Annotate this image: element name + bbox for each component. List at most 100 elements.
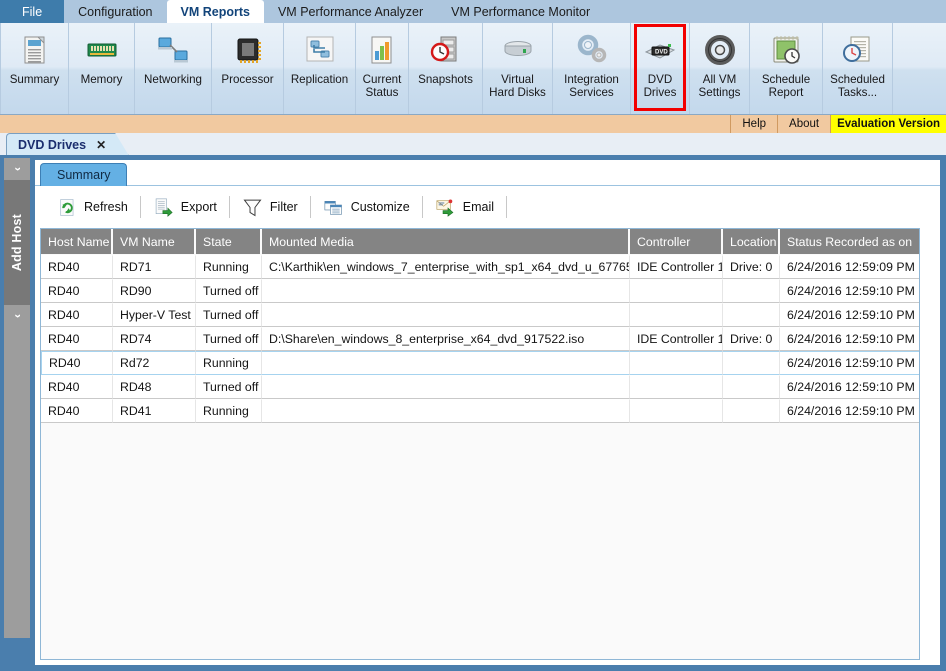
toolbar-filter-button[interactable]: Filter <box>231 192 309 222</box>
toolbar-email-button[interactable]: Email <box>424 192 505 222</box>
grid-cell: RD40 <box>41 327 113 351</box>
grid-column-header[interactable]: Status Recorded as on <box>780 229 919 255</box>
menu-item-vm-performance-analyzer[interactable]: VM Performance Analyzer <box>264 0 437 23</box>
table-row[interactable]: RD40 RD71 Running C:\Karthik\en_windows_7_e… <box>41 255 919 279</box>
ribbon-item-label: Memory <box>80 73 123 86</box>
ribbon-item-processor[interactable]: Processor <box>212 23 284 114</box>
menu-item-configuration[interactable]: Configuration <box>64 0 166 23</box>
ribbon-item-memory[interactable]: Memory <box>69 23 135 114</box>
help-bar: Help About Evaluation Version <box>0 115 946 133</box>
ribbon-toolbar: Summary Memory Networking Processor Replicat… <box>0 23 946 115</box>
grid-cell: 6/24/2016 12:59:09 PM <box>780 255 919 279</box>
table-row[interactable]: RD40 Rd72 Running 6/24/2016 12:59:10 PM <box>41 351 919 375</box>
table-row[interactable]: RD40 RD48 Turned off 6/24/2016 12:59:10 PM <box>41 375 919 399</box>
grid-cell: 6/24/2016 12:59:10 PM <box>780 303 919 327</box>
menu-item-file[interactable]: File <box>0 0 65 23</box>
filter-funnel-icon <box>242 196 264 218</box>
menu-item-vm-performance-monitor[interactable]: VM Performance Monitor <box>437 0 604 23</box>
grid-column-header[interactable]: Mounted Media <box>262 229 630 255</box>
grid-cell <box>630 351 723 375</box>
grid-cell <box>630 279 723 303</box>
grid-vertical-gutter <box>924 228 938 660</box>
grid-cell: Running <box>196 399 262 423</box>
toolbar-refresh-button[interactable]: Refresh <box>45 192 139 222</box>
ribbon-item-virtual-hard-disks[interactable]: Virtual Hard Disks <box>483 23 553 114</box>
grid-header-row: Host Name VM Name State Mounted Media Contro… <box>41 229 919 255</box>
ribbon-item-label: Virtual Hard Disks <box>489 73 546 99</box>
memory-module-icon <box>80 29 124 71</box>
grid-cell: C:\Karthik\en_windows_7_enterprise_with_… <box>262 255 630 279</box>
grid-cell: RD40 <box>41 303 113 327</box>
close-icon[interactable]: ✕ <box>96 138 106 152</box>
grid-cell: RD40 <box>41 255 113 279</box>
grid-cell: RD40 <box>41 399 113 423</box>
toolbar-separator <box>309 196 311 218</box>
chevron-collapse-bottom-icon[interactable]: ‹ <box>4 305 30 327</box>
add-host-label: Add Host <box>10 213 24 272</box>
ribbon-item-networking[interactable]: Networking <box>135 23 212 114</box>
ribbon-item-integration-services[interactable]: Integration Services <box>553 23 631 114</box>
ribbon-item-schedule-report[interactable]: Schedule Report <box>750 23 823 114</box>
grid-column-header[interactable]: VM Name <box>113 229 196 255</box>
tab-summary[interactable]: Summary <box>40 163 128 186</box>
grid-column-header[interactable]: Controller <box>630 229 723 255</box>
ribbon-item-scheduled-tasks[interactable]: Scheduled Tasks... <box>823 23 893 114</box>
table-row[interactable]: RD40 RD90 Turned off 6/24/2016 12:59:10 PM <box>41 279 919 303</box>
table-row[interactable]: RD40 Hyper-V Test Turned off 6/24/2016 12:5… <box>41 303 919 327</box>
grid-cell: Rd72 <box>113 351 196 375</box>
menu-item-vm-reports[interactable]: VM Reports <box>166 0 264 23</box>
toolbar-button-label: Email <box>462 200 495 214</box>
ribbon-item-label: Networking <box>144 73 202 86</box>
gears-icon <box>570 29 614 71</box>
cpu-chip-icon <box>226 29 270 71</box>
toolbar-button-label: Filter <box>269 200 298 214</box>
grid-cell: RD90 <box>113 279 196 303</box>
grid-column-header[interactable]: State <box>196 229 262 255</box>
ribbon-item-dvd-drives[interactable]: DVD DVD Drives <box>631 23 690 114</box>
grid-cell <box>723 375 780 399</box>
toolbar-customize-button[interactable]: Customize <box>312 192 421 222</box>
toolbar-separator <box>139 196 141 218</box>
document-tab-dvd-drives[interactable]: DVD Drives ✕ <box>6 133 129 156</box>
grid-cell: 6/24/2016 12:59:10 PM <box>780 327 919 351</box>
add-host-sidebar[interactable]: ‹ Add Host ‹ <box>4 158 30 638</box>
clock-documents-icon <box>836 29 880 71</box>
grid-cell <box>723 399 780 423</box>
grid-cell: Turned off <box>196 327 262 351</box>
grid-cell: Running <box>196 351 262 375</box>
ribbon-item-snapshots[interactable]: Snapshots <box>409 23 483 114</box>
grid-column-header[interactable]: Host Name <box>41 229 113 255</box>
grid-cell: RD40 <box>41 279 113 303</box>
workspace-frame: ‹ Add Host ‹ Summary Refresh Export Filter… <box>0 155 946 671</box>
grid-cell: RD71 <box>113 255 196 279</box>
chevron-collapse-top-icon[interactable]: ‹ <box>4 158 30 180</box>
ribbon-item-summary[interactable]: Summary <box>0 23 69 114</box>
grid-cell: Hyper-V Test <box>113 303 196 327</box>
document-tab-strip: DVD Drives ✕ <box>0 133 946 156</box>
grid-cell: 6/24/2016 12:59:10 PM <box>780 399 919 423</box>
ribbon-item-label: Scheduled Tasks... <box>830 73 885 99</box>
grid-cell: Turned off <box>196 279 262 303</box>
ribbon-item-current-status[interactable]: Current Status <box>356 23 409 114</box>
grid-column-header[interactable]: Location <box>723 229 780 255</box>
grid-cell: Drive: 0 <box>723 327 780 351</box>
toolbar-separator <box>228 196 230 218</box>
tab-summary-label: Summary <box>57 168 111 182</box>
dvd-drives-grid[interactable]: Host Name VM Name State Mounted Media Contro… <box>40 228 920 660</box>
grid-cell: RD40 <box>41 375 113 399</box>
grid-cell <box>262 375 630 399</box>
grid-cell: IDE Controller 1 <box>630 255 723 279</box>
svg-text:DVD: DVD <box>655 50 668 56</box>
add-host-button[interactable]: Add Host <box>4 180 30 305</box>
table-row[interactable]: RD40 RD74 Turned off D:\Share\en_windows_8_… <box>41 327 919 351</box>
help-link[interactable]: Help <box>730 115 777 133</box>
grid-cell: Turned off <box>196 375 262 399</box>
ribbon-item-replication[interactable]: Replication <box>284 23 356 114</box>
grid-cell <box>262 399 630 423</box>
toolbar-button-label: Customize <box>350 200 410 214</box>
toolbar-export-button[interactable]: Export <box>142 192 228 222</box>
grid-table: Host Name VM Name State Mounted Media Contro… <box>41 229 919 423</box>
ribbon-item-all-vm-settings[interactable]: All VM Settings <box>690 23 750 114</box>
table-row[interactable]: RD40 RD41 Running 6/24/2016 12:59:10 PM <box>41 399 919 423</box>
about-link[interactable]: About <box>777 115 830 133</box>
